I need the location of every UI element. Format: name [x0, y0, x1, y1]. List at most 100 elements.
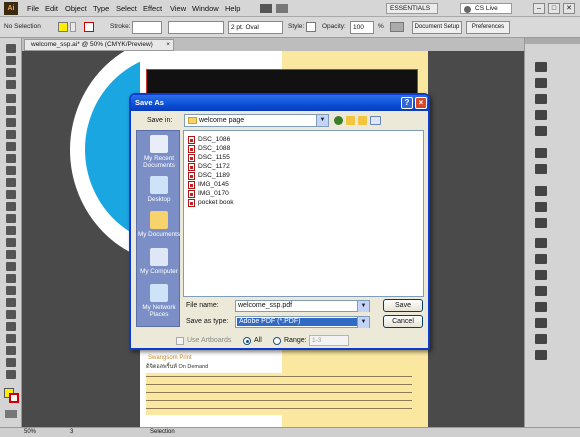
transparency-panel-icon[interactable] [535, 218, 547, 228]
file-name-field[interactable]: welcome_ssp.pdf ▼ [235, 300, 370, 312]
menu-object[interactable]: Object [65, 4, 87, 13]
opacity-field[interactable]: 100 [350, 21, 374, 34]
save-type-select[interactable]: Adobe PDF (*.PDF) ▼ [235, 316, 370, 328]
symbol-sprayer-tool-icon[interactable] [6, 310, 16, 319]
character-panel-icon[interactable] [535, 286, 547, 296]
paintbrush-tool-icon[interactable] [6, 142, 16, 151]
pencil-tool-icon[interactable] [6, 154, 16, 163]
recolor-artwork-icon[interactable] [390, 22, 404, 32]
place-network[interactable]: My Network Places [137, 284, 181, 318]
maximize-button[interactable]: □ [548, 3, 560, 14]
menu-view[interactable]: View [170, 4, 186, 13]
preferences-button[interactable]: Preferences [466, 21, 510, 34]
appearance-panel-icon[interactable] [535, 164, 547, 174]
list-item[interactable]: DSC_1088 [188, 144, 230, 153]
place-desktop[interactable]: Desktop [137, 176, 181, 203]
use-artboards-checkbox[interactable] [176, 337, 184, 345]
stroke-weight-field[interactable] [132, 21, 162, 34]
blob-brush-tool-icon[interactable] [6, 166, 16, 175]
align-panel-icon[interactable] [535, 238, 547, 248]
menu-select[interactable]: Select [116, 4, 137, 13]
document-tab[interactable]: welcome_ssp.ai* @ 50% (CMYK/Preview) × [24, 39, 174, 51]
list-item[interactable]: DSC_1189 [188, 171, 230, 180]
bridge-icon[interactable] [260, 4, 272, 13]
color-guide-panel-icon[interactable] [535, 78, 547, 88]
color-panel-icon[interactable] [535, 62, 547, 72]
menu-edit[interactable]: Edit [45, 4, 58, 13]
hand-tool-icon[interactable] [6, 358, 16, 367]
shape-builder-tool-icon[interactable] [6, 238, 16, 247]
cancel-button[interactable]: Cancel [383, 315, 423, 328]
draw-mode-icon[interactable] [5, 410, 17, 418]
zoom-level[interactable]: 50% [24, 429, 36, 435]
save-button[interactable]: Save [383, 299, 423, 312]
close-button[interactable]: ✕ [563, 3, 575, 14]
dialog-close-button[interactable]: × [415, 97, 427, 109]
workspace-switcher[interactable]: ESSENTIALS [386, 3, 438, 14]
eraser-tool-icon[interactable] [6, 178, 16, 187]
menu-type[interactable]: Type [93, 4, 109, 13]
arrange-docs-icon[interactable] [276, 4, 288, 13]
save-in-select[interactable]: welcome page ▼ [184, 114, 329, 127]
chevron-down-icon[interactable]: ▼ [357, 317, 369, 328]
up-folder-icon[interactable] [346, 116, 355, 125]
cs-live-button[interactable]: CS Live [460, 3, 512, 14]
graphic-styles-panel-icon[interactable] [535, 148, 547, 158]
all-radio[interactable] [243, 337, 251, 345]
width-tool-icon[interactable] [6, 214, 16, 223]
magic-wand-tool-icon[interactable] [6, 68, 16, 77]
view-menu-icon[interactable] [370, 116, 381, 125]
range-radio[interactable] [273, 337, 281, 345]
stroke-panel-icon[interactable] [535, 186, 547, 196]
help-button[interactable]: ? [401, 97, 413, 109]
rotate-tool-icon[interactable] [6, 190, 16, 199]
column-graph-tool-icon[interactable] [6, 322, 16, 331]
fill-swatch[interactable] [58, 22, 68, 32]
minimize-button[interactable]: – [533, 3, 545, 14]
chevron-down-icon[interactable]: ▼ [316, 115, 328, 126]
document-setup-button[interactable]: Document Setup [412, 21, 462, 34]
brush-select[interactable]: 2 pt. Oval [228, 21, 283, 34]
page-number[interactable]: 3 [70, 429, 73, 435]
variable-width-select[interactable] [168, 21, 224, 34]
chevron-down-icon[interactable]: ▼ [357, 301, 369, 312]
stroke-color-icon[interactable] [9, 393, 19, 403]
zoom-tool-icon[interactable] [6, 370, 16, 379]
list-item[interactable]: DSC_1086 [188, 135, 230, 144]
menu-file[interactable]: File [27, 4, 39, 13]
file-list[interactable]: DSC_1086 DSC_1088 DSC_1155 DSC_1172 DSC_… [183, 130, 424, 297]
style-swatch[interactable] [306, 22, 316, 32]
transform-panel-icon[interactable] [535, 270, 547, 280]
artboard-tool-icon[interactable] [6, 334, 16, 343]
back-icon[interactable] [334, 116, 343, 125]
artboards-panel-icon[interactable] [535, 350, 547, 360]
dialog-titlebar[interactable]: Save As ? × [131, 95, 428, 111]
lasso-tool-icon[interactable] [6, 80, 16, 89]
menu-help[interactable]: Help [225, 4, 240, 13]
place-my-documents[interactable]: My Documents [137, 211, 181, 238]
fill-dropdown[interactable] [70, 22, 76, 32]
line-tool-icon[interactable] [6, 118, 16, 127]
mesh-tool-icon[interactable] [6, 262, 16, 271]
pathfinder-panel-icon[interactable] [535, 254, 547, 264]
close-tab-icon[interactable]: × [166, 40, 170, 50]
direct-selection-tool-icon[interactable] [6, 56, 16, 65]
place-my-computer[interactable]: My Computer [137, 248, 181, 275]
scale-tool-icon[interactable] [6, 202, 16, 211]
swatches-panel-icon[interactable] [535, 94, 547, 104]
symbols-panel-icon[interactable] [535, 126, 547, 136]
rectangle-tool-icon[interactable] [6, 130, 16, 139]
place-recent-documents[interactable]: My Recent Documents [137, 135, 181, 169]
selection-tool-icon[interactable] [6, 44, 16, 53]
list-item[interactable]: IMG_0170 [188, 189, 229, 198]
list-item[interactable]: pocket book [188, 198, 234, 207]
new-folder-icon[interactable] [358, 116, 367, 125]
layers-panel-icon[interactable] [535, 334, 547, 344]
status-mode[interactable]: Selection [150, 429, 175, 435]
list-item[interactable]: DSC_1155 [188, 153, 230, 162]
gradient-panel-icon[interactable] [535, 202, 547, 212]
gradient-tool-icon[interactable] [6, 274, 16, 283]
paragraph-panel-icon[interactable] [535, 302, 547, 312]
list-item[interactable]: DSC_1172 [188, 162, 230, 171]
free-transform-tool-icon[interactable] [6, 226, 16, 235]
